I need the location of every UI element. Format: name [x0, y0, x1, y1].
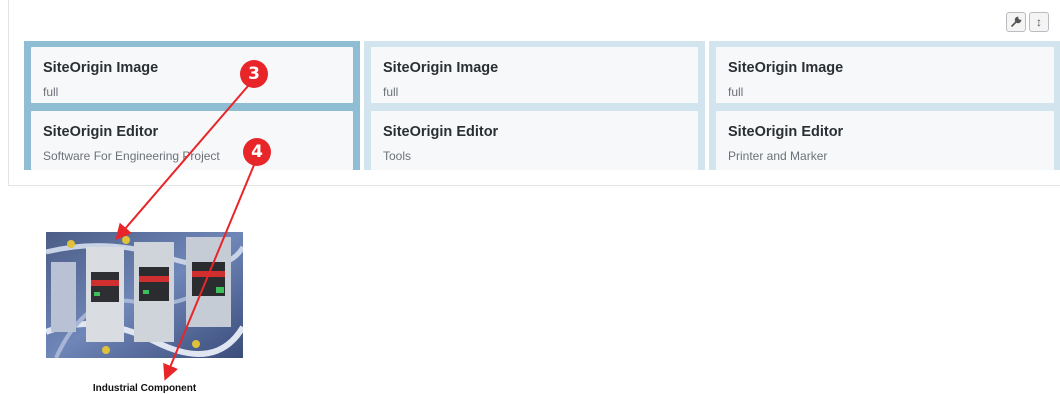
widget-description: full	[383, 85, 399, 99]
widget-description: full	[728, 85, 744, 99]
annotation-marker-4: 4	[243, 138, 271, 166]
row-cell-1[interactable]: SiteOrigin Image full SiteOrigin Editor …	[24, 41, 360, 170]
widget-siteorigin-editor[interactable]: SiteOrigin Editor Software For Engineeri…	[31, 111, 353, 170]
row-cell-2[interactable]: SiteOrigin Image full SiteOrigin Editor …	[364, 41, 705, 170]
widget-siteorigin-editor[interactable]: SiteOrigin Editor Printer and Marker	[716, 111, 1054, 170]
image-caption: Industrial Component	[92, 383, 197, 394]
widget-title: SiteOrigin Editor	[728, 124, 844, 140]
widget-title: SiteOrigin Image	[43, 60, 159, 76]
widget-siteorigin-image[interactable]: SiteOrigin Image full	[716, 47, 1054, 103]
widget-description: full	[43, 85, 59, 99]
widget-description: Software For Engineering Project	[43, 149, 220, 163]
industrial-component-image	[46, 232, 243, 358]
row-cell-3[interactable]: SiteOrigin Image full SiteOrigin Editor …	[709, 41, 1060, 170]
widget-title: SiteOrigin Editor	[383, 124, 499, 140]
widget-title: SiteOrigin Image	[383, 60, 499, 76]
annotation-marker-3: 3	[240, 60, 268, 88]
widget-siteorigin-editor[interactable]: SiteOrigin Editor Tools	[371, 111, 698, 170]
wrench-icon[interactable]	[1006, 12, 1026, 32]
vertical-resize-icon[interactable]: ↕	[1029, 12, 1049, 32]
widget-title: SiteOrigin Editor	[43, 124, 159, 140]
widget-description: Printer and Marker	[728, 149, 828, 163]
page-builder-panel: ↕ SiteOrigin Image full SiteOrigin Edito…	[8, 0, 1060, 186]
widget-siteorigin-image[interactable]: SiteOrigin Image full	[31, 47, 353, 103]
widget-description: Tools	[383, 149, 412, 163]
widget-title: SiteOrigin Image	[728, 60, 844, 76]
widget-siteorigin-image[interactable]: SiteOrigin Image full	[371, 47, 698, 103]
